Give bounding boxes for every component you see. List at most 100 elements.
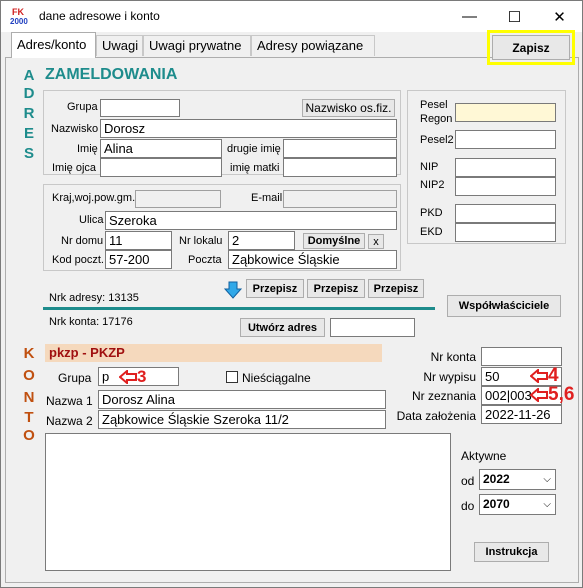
close-button[interactable]: ✕ xyxy=(537,1,582,32)
annotation-arrow-icon-3 xyxy=(530,388,548,402)
nazwisko-label: Nazwisko xyxy=(51,123,99,135)
od-label: od xyxy=(461,474,475,488)
nazwa2-label: Nazwa 2 xyxy=(46,414,93,428)
dialog-window: FK 2000 dane adresowe i konto — ☐ ✕ Adre… xyxy=(0,0,583,588)
imie-ojca-label: Imię ojca xyxy=(52,162,97,174)
teal-divider xyxy=(43,307,435,310)
instrukcja-button[interactable]: Instrukcja xyxy=(474,542,549,562)
maximize-icon: ☐ xyxy=(507,8,522,26)
nr-domu-field[interactable]: 11 xyxy=(105,231,172,250)
nazwisko-osfiz-button[interactable]: Nazwisko os.fiz. xyxy=(302,99,395,117)
konto-letter-o: O xyxy=(23,367,35,384)
poczta-label: Poczta xyxy=(188,254,222,266)
annotation-arrow-icon xyxy=(119,370,137,384)
ekd-field[interactable] xyxy=(455,223,556,242)
drugie-imie-field[interactable] xyxy=(283,139,397,158)
niesciagalne-checkbox[interactable] xyxy=(226,371,238,383)
arrow-down-icon[interactable] xyxy=(223,281,243,299)
nip-field[interactable] xyxy=(455,158,556,177)
email-field[interactable] xyxy=(283,190,397,208)
przepisz-button-3[interactable]: Przepisz xyxy=(368,279,424,298)
maximize-button[interactable]: ☐ xyxy=(492,1,537,32)
tab-adres-konto[interactable]: Adres/konto xyxy=(11,32,96,58)
konto-title: pkzp - PKZP xyxy=(49,345,125,360)
tab-adresy-powiazane[interactable]: Adresy powiązane xyxy=(251,35,375,56)
nip2-field[interactable] xyxy=(455,177,556,196)
do-select-value: 2070 xyxy=(483,497,510,511)
nr-konta-label: Nr konta xyxy=(430,350,476,364)
imie-field[interactable]: Alina xyxy=(100,139,222,158)
konto-letter-t: T xyxy=(24,409,34,426)
imie-matki-field[interactable] xyxy=(283,158,397,177)
domyslne-button[interactable]: Domyślne xyxy=(303,233,365,249)
notes-textarea[interactable] xyxy=(45,433,451,571)
kod-field[interactable]: 57-200 xyxy=(105,250,172,269)
przepisz-button-2[interactable]: Przepisz xyxy=(307,279,365,298)
nazwa1-field[interactable]: Dorosz Alina xyxy=(98,390,386,409)
pkd-label: PKD xyxy=(420,207,443,219)
adres-letter-d: D xyxy=(23,85,35,102)
chevron-down-icon: ⌵ xyxy=(543,474,551,485)
kraj-label: Kraj,woj.pow.gm. xyxy=(52,192,136,204)
imie-matki-label: imię matki xyxy=(230,162,280,174)
regon-label: Regon xyxy=(420,113,453,125)
nazwisko-field[interactable]: Dorosz xyxy=(100,119,397,138)
nr-lokalu-label: Nr lokalu xyxy=(179,235,223,247)
ulica-field[interactable]: Szeroka xyxy=(105,211,397,230)
svg-text:2000: 2000 xyxy=(10,17,28,26)
minimize-button[interactable]: — xyxy=(447,1,492,32)
wspolwlasciciele-button[interactable]: Współwłaściciele xyxy=(447,295,561,317)
kraj-field[interactable] xyxy=(135,190,221,208)
imie-ojca-field[interactable] xyxy=(100,158,222,177)
pkd-field[interactable] xyxy=(455,204,556,223)
nr-konta-field[interactable] xyxy=(481,347,562,366)
konto-grupa-label: Grupa xyxy=(58,371,92,385)
do-select[interactable]: 2070 ⌵ xyxy=(479,494,556,515)
nip2-label: NIP2 xyxy=(420,179,445,191)
od-select-value: 2022 xyxy=(483,472,510,486)
nazwa1-label: Nazwa 1 xyxy=(46,394,93,408)
niesciagalne-label: Nieściągalne xyxy=(242,371,311,385)
przepisz-button-1[interactable]: Przepisz xyxy=(246,279,304,298)
grupa-label: Grupa xyxy=(67,101,98,113)
tab-uwagi-prywatne[interactable]: Uwagi prywatne xyxy=(143,35,251,56)
od-select[interactable]: 2022 ⌵ xyxy=(479,469,556,490)
chevron-down-icon-2: ⌵ xyxy=(543,499,551,510)
aktywne-label: Aktywne xyxy=(461,449,507,463)
utworz-adres-field[interactable] xyxy=(330,318,415,337)
zameldowania-heading: ZAMELDOWANIA xyxy=(45,66,178,83)
minimize-icon: — xyxy=(462,8,477,25)
nazwa2-field[interactable]: Ząbkowice Śląskie Szeroka 11/2 xyxy=(98,410,386,429)
annotation-3: 3 xyxy=(119,367,146,387)
title-bar: FK 2000 dane adresowe i konto — ☐ ✕ xyxy=(1,1,582,32)
annotation-5-6: 5,6 xyxy=(530,384,574,406)
nr-lokalu-field[interactable]: 2 xyxy=(228,231,295,250)
tab-uwagi[interactable]: Uwagi xyxy=(96,35,143,56)
pesel-field[interactable] xyxy=(455,103,556,122)
annotation-arrow-icon-2 xyxy=(530,369,548,383)
nr-wypisu-label: Nr wypisu xyxy=(423,370,476,384)
grupa-field[interactable] xyxy=(100,99,180,117)
nr-zeznania-label: Nr zeznania xyxy=(411,389,476,403)
poczta-field[interactable]: Ząbkowice Śląskie xyxy=(228,250,397,269)
data-zalozenia-label: Data założenia xyxy=(396,409,476,423)
clear-x-button[interactable]: x xyxy=(368,234,384,249)
pesel-label: Pesel xyxy=(420,99,448,111)
adres-letter-r: R xyxy=(23,105,35,122)
pesel2-field[interactable] xyxy=(455,130,556,149)
annotation-5-6-text: 5,6 xyxy=(548,384,575,405)
do-label: do xyxy=(461,499,475,513)
adres-letter-a: A xyxy=(23,67,35,84)
pesel2-label: Pesel2 xyxy=(420,134,454,146)
konto-letter-o2: O xyxy=(23,427,35,444)
utworz-adres-button[interactable]: Utwórz adres xyxy=(240,318,325,337)
kod-label: Kod poczt. xyxy=(52,254,104,266)
svg-text:FK: FK xyxy=(12,7,24,17)
save-button[interactable]: Zapisz xyxy=(492,35,570,60)
email-label: E-mail xyxy=(251,192,283,204)
nr-domu-label: Nr domu xyxy=(61,235,104,247)
nrk-adresy-text: Nrk adresy: 13135 xyxy=(49,292,139,304)
adres-letter-s: S xyxy=(23,145,34,162)
ekd-label: EKD xyxy=(420,226,443,238)
data-zalozenia-field[interactable]: 2022-11-26 xyxy=(481,405,562,424)
